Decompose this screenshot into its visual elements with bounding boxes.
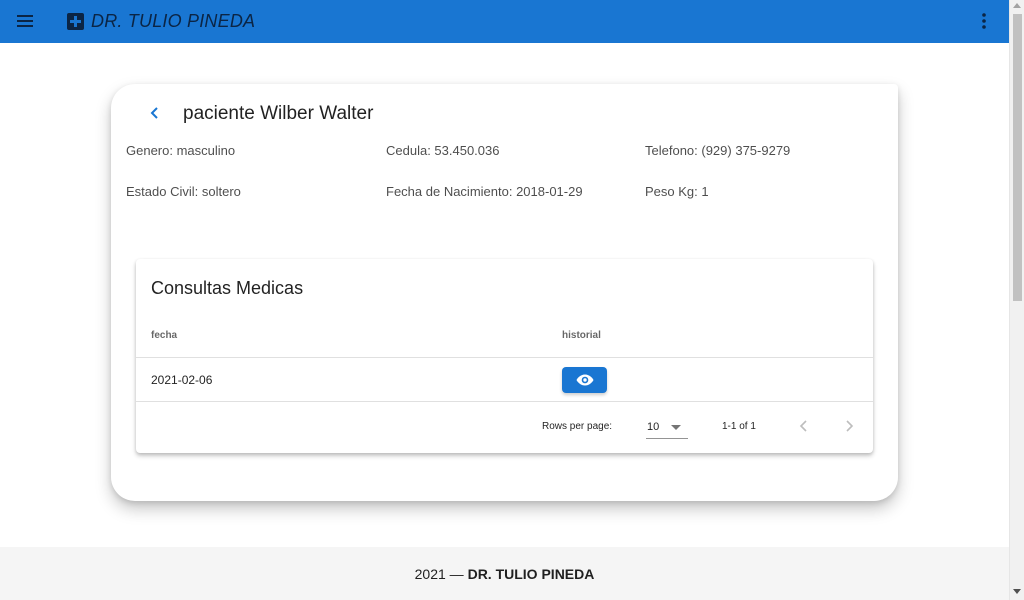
chevron-right-icon[interactable] <box>840 417 858 435</box>
brand[interactable]: DR. TULIO PINEDA <box>67 11 255 32</box>
more-vert-icon <box>982 13 986 29</box>
row-date: 2021-02-06 <box>151 373 213 387</box>
patient-id: Cedula: 53.450.036 <box>386 143 500 158</box>
back-button[interactable] <box>145 103 165 123</box>
patient-card: paciente Wilber Walter Genero: masculino… <box>111 84 898 501</box>
view-history-button[interactable] <box>562 367 607 393</box>
patient-birthdate: Fecha de Nacimiento: 2018-01-29 <box>386 184 583 199</box>
patient-phone: Telefono: (929) 375-9279 <box>645 143 791 158</box>
scroll-up-arrow-icon[interactable] <box>1013 3 1021 8</box>
consultations-title: Consultas Medicas <box>151 278 304 298</box>
patient-marital-status: Estado Civil: soltero <box>126 184 241 199</box>
more-options-button[interactable] <box>974 9 994 33</box>
app-bar: DR. TULIO PINEDA <box>0 0 1009 43</box>
menu-icon <box>17 15 33 27</box>
caret-down-icon <box>671 425 681 430</box>
page-footer: 2021 — DR. TULIO PINEDA <box>0 547 1009 600</box>
scroll-down-arrow-icon[interactable] <box>1013 589 1021 594</box>
consultations-card: Consultas Medicas fecha historial 2021-0… <box>136 259 873 453</box>
scrollbar[interactable] <box>1009 0 1024 600</box>
patient-weight: Peso Kg: 1 <box>645 184 709 199</box>
patient-gender: Genero: masculino <box>126 143 236 158</box>
footer-name: DR. TULIO PINEDA <box>467 565 595 582</box>
patient-title: paciente Wilber Walter <box>183 103 374 124</box>
table-header: fecha historial <box>136 315 873 358</box>
menu-button[interactable] <box>12 9 38 33</box>
chevron-left-icon[interactable] <box>795 417 813 435</box>
footer-year: 2021 — <box>414 565 464 582</box>
table-row: 2021-02-06 <box>136 358 873 402</box>
column-header-fecha[interactable]: fecha <box>151 330 177 341</box>
main-content: paciente Wilber Walter Genero: masculino… <box>0 43 1009 547</box>
chevron-left-icon <box>150 107 158 119</box>
rows-per-page-value: 10 <box>647 421 660 433</box>
scrollbar-thumb[interactable] <box>1013 14 1022 301</box>
app-title: DR. TULIO PINEDA <box>91 11 256 31</box>
table-pagination: Rows per page: 10 1-1 of 1 <box>136 402 873 453</box>
eye-icon <box>576 374 593 386</box>
medical-cross-icon <box>67 13 84 30</box>
column-header-historial[interactable]: historial <box>562 330 601 341</box>
rows-per-page-select[interactable]: 10 <box>646 414 688 439</box>
rows-per-page-label: Rows per page: <box>542 421 613 432</box>
page-range: 1-1 of 1 <box>722 421 756 432</box>
